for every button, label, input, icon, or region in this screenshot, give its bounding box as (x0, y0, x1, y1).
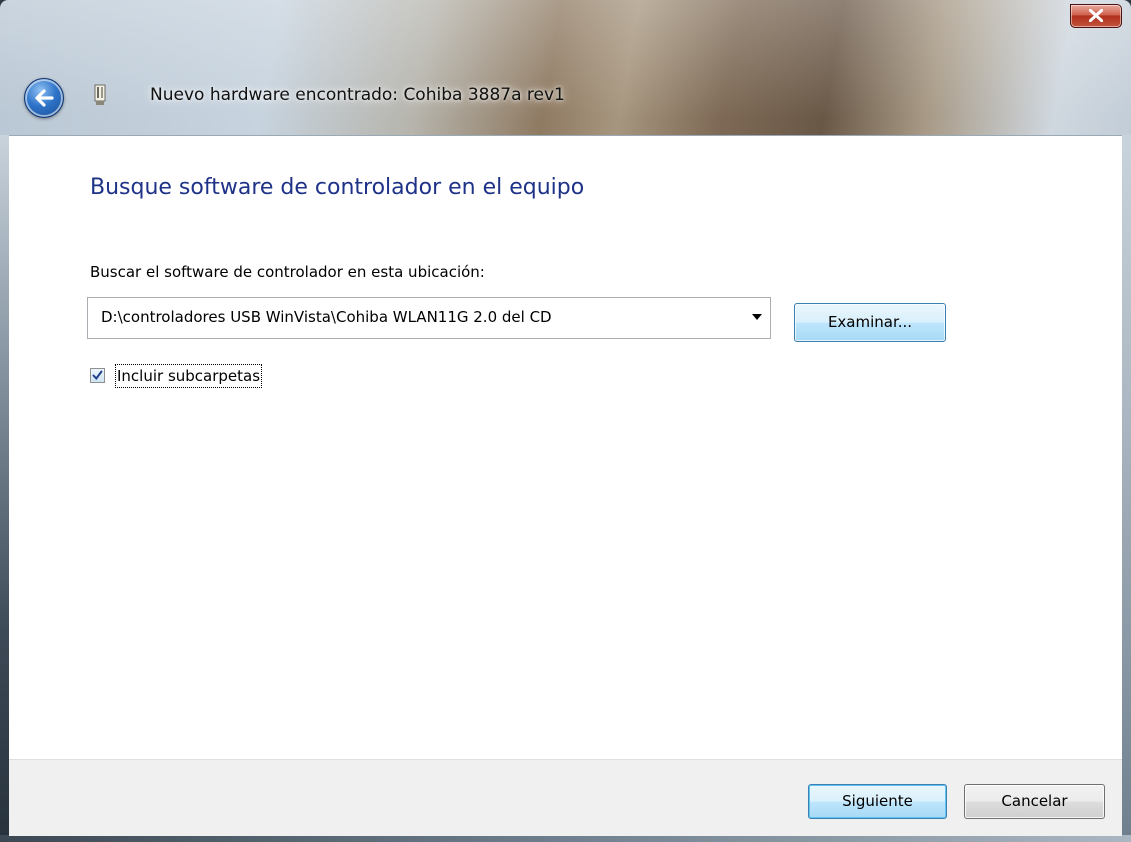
chevron-down-icon[interactable] (752, 314, 762, 320)
path-value[interactable]: D:\controladores USB WinVista\Cohiba WLA… (101, 308, 552, 326)
wizard-window: Nuevo hardware encontrado: Cohiba 3887a … (0, 0, 1131, 842)
include-subfolders-label[interactable]: Incluir subcarpetas (115, 364, 263, 388)
location-label: Buscar el software de controlador en est… (90, 263, 485, 281)
next-button[interactable]: Siguiente (808, 784, 947, 819)
checkmark-icon (92, 370, 103, 381)
wizard-content: Busque software de controlador en el equ… (9, 135, 1122, 760)
back-arrow-icon (35, 89, 54, 107)
close-icon (1089, 9, 1103, 22)
wizard-footer: Siguiente Cancelar (9, 759, 1122, 836)
usb-device-icon (94, 84, 106, 105)
page-heading: Busque software de controlador en el equ… (90, 175, 585, 200)
cancel-button[interactable]: Cancelar (964, 784, 1105, 819)
back-button[interactable] (24, 78, 64, 118)
close-button[interactable] (1070, 4, 1122, 28)
path-combobox[interactable]: D:\controladores USB WinVista\Cohiba WLA… (87, 297, 771, 339)
window-frame-right (1122, 135, 1131, 842)
include-subfolders-checkbox[interactable] (90, 368, 105, 383)
window-frame-bottom (0, 835, 1131, 842)
browse-button[interactable]: Examinar... (794, 303, 946, 342)
window-frame-left (0, 135, 9, 842)
wizard-title: Nuevo hardware encontrado: Cohiba 3887a … (150, 85, 565, 105)
